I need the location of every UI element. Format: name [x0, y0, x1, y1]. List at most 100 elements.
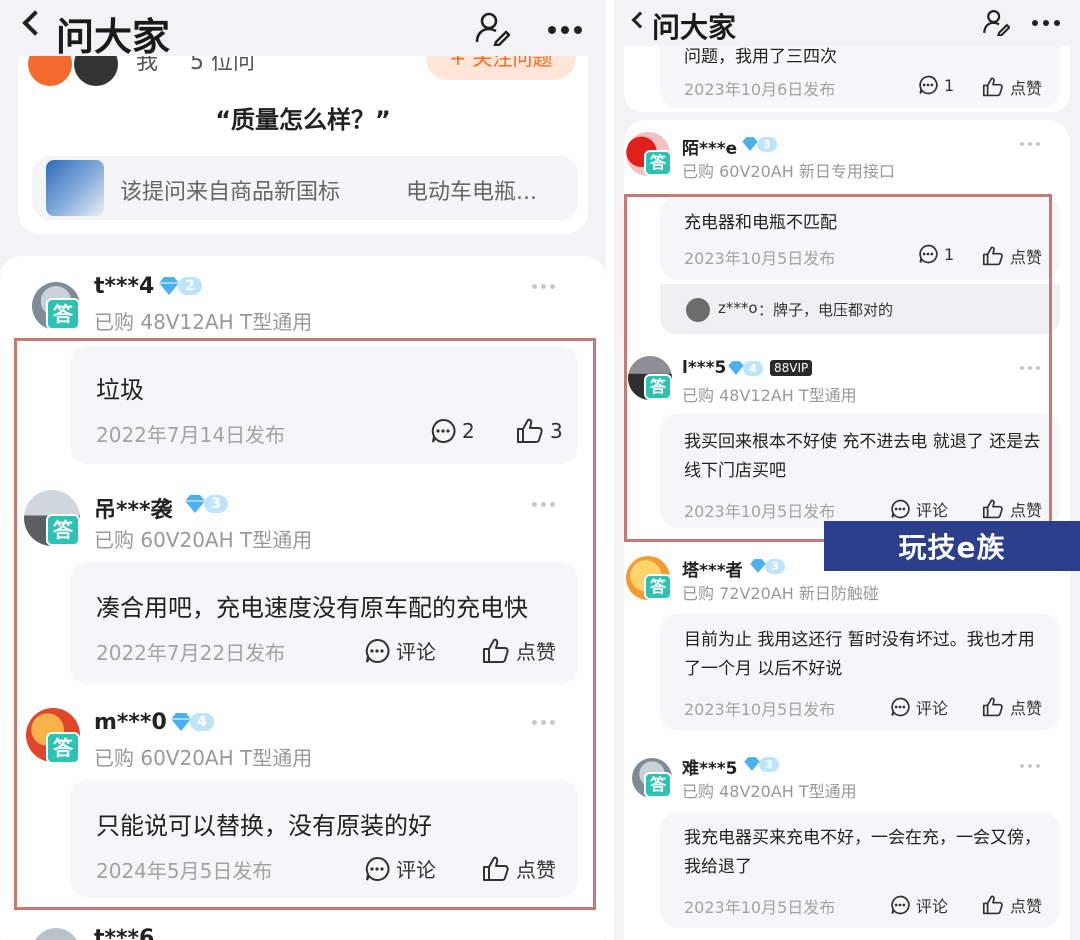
- username[interactable]: m***0: [94, 710, 167, 735]
- answer-date: 2023年10月5日发布: [684, 502, 836, 521]
- comment-button[interactable]: 评论: [890, 497, 948, 521]
- purchase-info: 已购 72V20AH 新日防触碰: [682, 584, 879, 603]
- comment-count: 1: [944, 75, 955, 95]
- thumbs-up-icon: [982, 697, 1003, 717]
- like-label: 点赞: [1010, 79, 1043, 98]
- thumbs-up-icon: [982, 895, 1003, 915]
- like-label: 点赞: [1010, 501, 1043, 520]
- top-navigation-bar: 问大家: [0, 0, 606, 59]
- comment-button[interactable]: 评论: [890, 695, 948, 719]
- comment-button[interactable]: 1: [918, 75, 954, 95]
- username[interactable]: 吊***袭: [94, 492, 173, 524]
- comment-icon: [891, 895, 910, 915]
- purchase-info: 已购 48V12AH T型通用: [682, 386, 857, 405]
- page-title: 问大家: [652, 11, 737, 44]
- reply-username: z***o: [718, 299, 758, 317]
- answer-badge: 答: [46, 298, 80, 330]
- purchase-info: 已购 60V20AH T型通用: [94, 528, 313, 552]
- comment-button[interactable]: 2: [430, 418, 475, 444]
- comment-icon: [891, 697, 910, 717]
- like-label: 点赞: [1010, 248, 1043, 267]
- level-badge: 4: [743, 361, 763, 376]
- level-badge: 3: [765, 559, 785, 574]
- answer-date: 2022年7月22日发布: [96, 641, 286, 665]
- comment-icon: [919, 75, 938, 95]
- back-arrow-icon[interactable]: [22, 10, 48, 36]
- level-badge: 3: [204, 495, 228, 513]
- username[interactable]: 塔***者: [682, 556, 743, 581]
- reply-avatar: [686, 298, 710, 322]
- comment-count: 1: [944, 244, 955, 264]
- user-edit-icon[interactable]: [982, 8, 1010, 36]
- answer-badge: 答: [644, 374, 672, 400]
- username[interactable]: 陌***e: [682, 134, 737, 159]
- answer-badge: 答: [644, 574, 672, 600]
- like-button[interactable]: 点赞: [982, 695, 1042, 719]
- answer-date: 2023年10月5日发布: [684, 249, 836, 268]
- thumbs-up-icon: [982, 77, 1003, 97]
- username[interactable]: l***5: [682, 358, 726, 378]
- like-button[interactable]: 点赞: [982, 244, 1042, 268]
- comment-button[interactable]: 1: [918, 244, 954, 264]
- back-arrow-icon[interactable]: [631, 11, 649, 29]
- left-screenshot: 我 5 位问 + 关注问题 “质量怎么样？” 该提问来自商品新国标 电动车电瓶.…: [0, 0, 606, 940]
- answer-text: 只能说可以替换，没有原装的好: [96, 812, 432, 840]
- product-thumbnail: [46, 160, 104, 216]
- level-badge: 4: [190, 713, 214, 731]
- more-options-icon[interactable]: [1020, 142, 1040, 146]
- like-button[interactable]: 点赞: [482, 636, 556, 665]
- purchase-info: 已购 60V20AH T型通用: [94, 746, 313, 770]
- answer-date: 2023年10月5日发布: [684, 700, 836, 719]
- username[interactable]: t***4: [94, 274, 154, 299]
- watermark-logo: 玩技e族: [824, 521, 1080, 571]
- purchase-info: 已购 48V12AH T型通用: [94, 310, 313, 334]
- comment-button[interactable]: 评论: [364, 854, 436, 883]
- more-menu-icon[interactable]: [1032, 20, 1060, 26]
- answer-badge: 答: [46, 514, 80, 546]
- comment-icon: [431, 418, 456, 443]
- like-button[interactable]: 3: [516, 418, 563, 444]
- vip-badge: 88VIP: [770, 360, 813, 376]
- comment-label: 评论: [916, 897, 949, 916]
- comment-icon: [365, 856, 390, 881]
- answer-badge: 答: [644, 150, 672, 176]
- level-badge: 2: [178, 277, 202, 295]
- like-button[interactable]: 点赞: [982, 893, 1042, 917]
- like-button[interactable]: 点赞: [982, 75, 1042, 99]
- answer-date: 2023年10月5日发布: [684, 898, 836, 917]
- more-options-icon[interactable]: [1020, 366, 1040, 370]
- more-options-icon[interactable]: [1020, 764, 1040, 768]
- like-label: 点赞: [1010, 699, 1043, 718]
- answer-date: 2022年7月14日发布: [96, 423, 286, 447]
- question-title: “质量怎么样？”: [215, 106, 391, 134]
- answer-text: 凑合用吧，充电速度没有原车配的充电快: [96, 594, 528, 622]
- comment-label: 评论: [916, 501, 949, 520]
- user-edit-icon[interactable]: [474, 10, 510, 46]
- product-source-bar[interactable]: 该提问来自商品新国标 电动车电瓶...: [32, 156, 578, 220]
- thumbs-up-icon: [483, 638, 509, 663]
- purchase-info: 已购 48V20AH T型通用: [682, 782, 857, 801]
- reply-bar[interactable]: z***o ：牌子，电压都对的: [660, 284, 1060, 334]
- like-button[interactable]: 点赞: [982, 497, 1042, 521]
- more-options-icon[interactable]: [532, 720, 555, 725]
- answer-date: 2024年5月5日发布: [96, 859, 273, 883]
- comment-icon: [919, 244, 938, 264]
- comment-icon: [891, 499, 910, 519]
- level-badge: 3: [759, 757, 779, 772]
- answer-badge: 答: [46, 732, 80, 764]
- product-name-text: 电动车电瓶...: [406, 180, 537, 205]
- like-label: 点赞: [1010, 897, 1043, 916]
- answer-text: 充电器和电瓶不匹配: [684, 213, 837, 233]
- username[interactable]: 难***5: [682, 754, 738, 779]
- thumbs-up-icon: [517, 418, 543, 443]
- more-options-icon[interactable]: [532, 502, 555, 507]
- comment-button[interactable]: 评论: [890, 893, 948, 917]
- more-menu-icon[interactable]: [548, 26, 582, 34]
- like-button[interactable]: 点赞: [482, 854, 556, 883]
- answer-badge: 答: [644, 772, 672, 798]
- comment-button[interactable]: 评论: [364, 636, 436, 665]
- more-options-icon[interactable]: [532, 284, 555, 289]
- username[interactable]: t***6: [94, 926, 154, 940]
- page-title: 问大家: [56, 15, 171, 59]
- comment-label: 评论: [396, 640, 436, 664]
